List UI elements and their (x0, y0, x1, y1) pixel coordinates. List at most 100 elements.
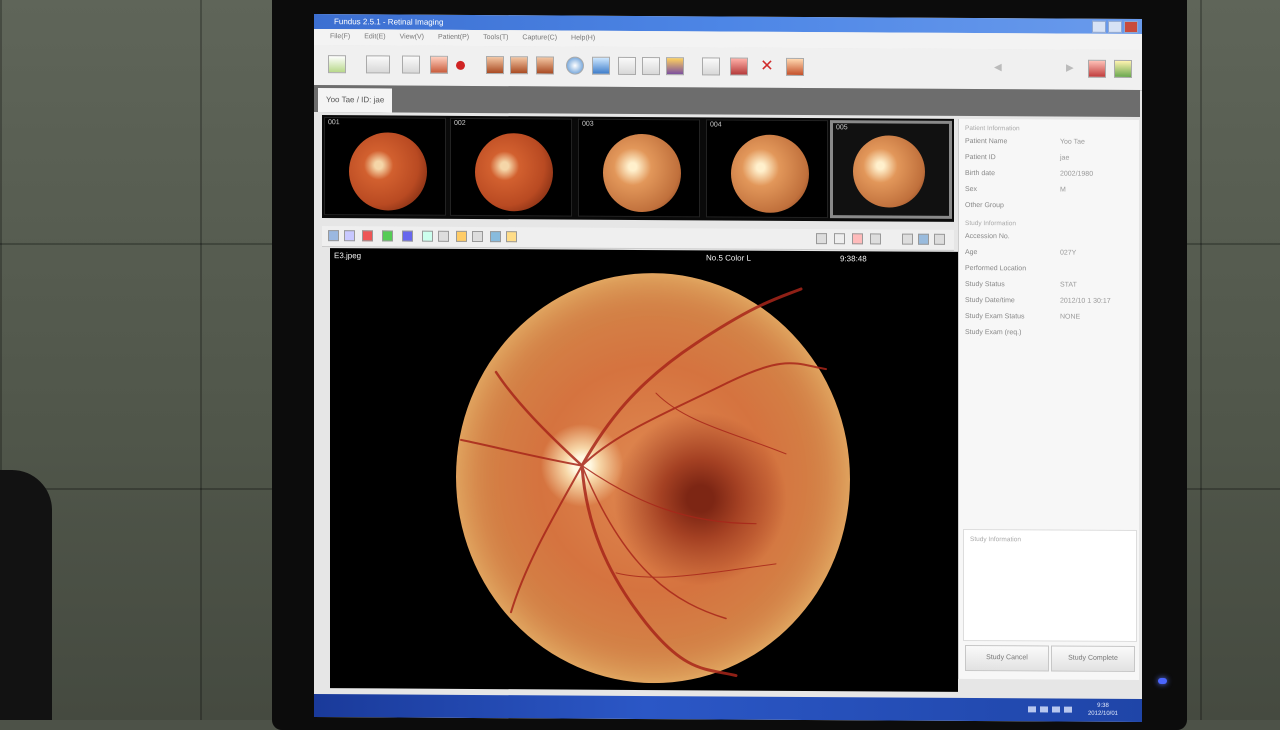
rotate-icon[interactable] (816, 233, 827, 245)
prev-arrow-icon[interactable]: ◀ (994, 59, 1012, 77)
patient-section-title: Patient Information (965, 124, 1020, 133)
invert-icon[interactable] (438, 230, 449, 242)
fundus-thumbnail-image (349, 132, 427, 211)
measure-icon[interactable] (472, 230, 483, 243)
record-icon[interactable] (456, 60, 465, 70)
fit-icon[interactable] (834, 233, 845, 245)
split-view-icon[interactable] (344, 230, 355, 242)
menu-file[interactable]: File(F) (330, 29, 350, 45)
report-icon[interactable] (730, 57, 748, 76)
palette-icon[interactable] (666, 57, 684, 76)
brightness-icon[interactable] (456, 230, 467, 242)
menu-patient[interactable]: Patient(P) (438, 30, 469, 46)
layout-1-icon[interactable] (486, 56, 504, 75)
study-complete-button[interactable]: Study Complete (1051, 645, 1135, 673)
study-notes-box[interactable]: Study Information (963, 528, 1137, 643)
full-screen-icon[interactable] (934, 233, 945, 245)
settings-icon[interactable] (1088, 59, 1106, 78)
taskbar-clock[interactable]: 9:38 2012/10/01 (1088, 702, 1118, 718)
reset-icon[interactable] (852, 233, 863, 245)
info-value: Yoo Tae (1060, 138, 1085, 146)
document-icon[interactable] (702, 57, 720, 76)
blue-channel-icon[interactable] (402, 230, 413, 242)
next-arrow-icon[interactable]: ▶ (1066, 60, 1084, 78)
menu-capture[interactable]: Capture(C) (522, 30, 557, 46)
tray-icon[interactable] (1028, 706, 1036, 713)
export-icon[interactable] (592, 56, 610, 75)
delete-icon[interactable]: ✕ (758, 58, 776, 76)
info-key: Performed Location (965, 264, 1027, 273)
notes-section-title: Study Information (970, 536, 1021, 544)
layout-3-icon[interactable] (536, 56, 554, 75)
camera-icon[interactable] (430, 55, 448, 74)
image-series-label: No.5 Color L (706, 253, 751, 263)
exit-icon[interactable] (1114, 59, 1132, 78)
tray-icon[interactable] (1052, 706, 1060, 713)
minus-icon[interactable] (902, 233, 913, 245)
fundus-thumbnail-image (853, 135, 925, 208)
thumbnail-1[interactable]: 001 (324, 117, 446, 216)
maximize-button[interactable] (1108, 20, 1122, 33)
info-key: Study Date/time (965, 296, 1015, 305)
thumbnail-number: 001 (328, 119, 340, 127)
minimize-button[interactable] (1092, 20, 1106, 33)
volume-icon[interactable] (1064, 706, 1072, 713)
print-icon[interactable] (786, 57, 804, 76)
info-value: 2002/1980 (1060, 170, 1094, 178)
view-mode-icon[interactable] (328, 230, 339, 242)
zoom-in-icon[interactable] (918, 233, 929, 245)
menu-edit[interactable]: Edit(E) (364, 29, 385, 45)
thumbnail-4[interactable]: 004 (706, 119, 828, 219)
thumbnail-number: 004 (710, 121, 722, 129)
info-value: 027Y (1060, 249, 1077, 257)
clock-date: 2012/10/01 (1087, 710, 1118, 717)
info-value: STAT (1060, 281, 1077, 289)
thumbnail-5-selected[interactable]: 005 (830, 120, 952, 219)
image-filename: E3.jpeg (334, 251, 362, 261)
thumbnail-2[interactable]: 002 (450, 117, 572, 217)
info-row: Sex M (959, 182, 1139, 199)
info-row: Performed Location (959, 261, 1139, 278)
info-row: Birth date 2002/1980 (959, 166, 1139, 183)
fundus-thumbnail-image (603, 133, 681, 213)
image-viewer[interactable]: E3.jpeg No.5 Color L 9:38:48 (330, 248, 958, 692)
menu-help[interactable]: Help(H) (571, 31, 595, 47)
info-value (1060, 328, 1133, 340)
info-key: Birth date (965, 169, 995, 178)
info-row: Study Date/time 2012/10 1 30:17 (959, 293, 1139, 310)
window-title: Fundus 2.5.1 - Retinal Imaging (334, 17, 444, 27)
contrast-icon[interactable] (422, 230, 433, 242)
tab-patient[interactable]: Yoo Tae / ID: jae (318, 88, 393, 113)
thumbnail-number: 003 (582, 120, 594, 128)
info-row: Study Status STAT (959, 277, 1139, 294)
zoom-out-icon[interactable] (870, 233, 881, 245)
compare-icon[interactable] (618, 56, 636, 75)
info-key: Study Exam Status (965, 312, 1025, 321)
menu-tools[interactable]: Tools(T) (483, 30, 508, 46)
info-key: Age (965, 248, 978, 257)
foreground-shadow (0, 470, 52, 720)
info-key: Patient ID (965, 153, 996, 162)
patient-tab-strip: Yoo Tae / ID: jae (314, 85, 1140, 118)
menu-view[interactable]: View(V) (400, 30, 424, 46)
search-icon[interactable] (566, 56, 584, 75)
info-value (1060, 264, 1133, 276)
patient-icon[interactable] (328, 55, 346, 74)
info-value (1060, 232, 1133, 244)
layout-2-icon[interactable] (510, 56, 528, 75)
info-key: Patient Name (965, 137, 1008, 146)
grid-icon[interactable] (642, 57, 660, 76)
study-cancel-button[interactable]: Study Cancel (965, 644, 1049, 672)
green-channel-icon[interactable] (382, 230, 393, 242)
edit-tool-icon[interactable] (402, 55, 420, 74)
info-row: Age 027Y (959, 245, 1139, 262)
info-row: Patient Name Yoo Tae (959, 134, 1139, 151)
tray-icon[interactable] (1040, 706, 1048, 713)
new-window-icon[interactable] (366, 55, 390, 74)
close-button[interactable] (1124, 20, 1138, 34)
annotate-icon[interactable] (506, 231, 517, 243)
zoom-icon[interactable] (490, 231, 501, 243)
thumbnail-3[interactable]: 003 (578, 118, 700, 218)
info-row: Accession No. (959, 229, 1139, 246)
red-channel-icon[interactable] (362, 230, 373, 242)
